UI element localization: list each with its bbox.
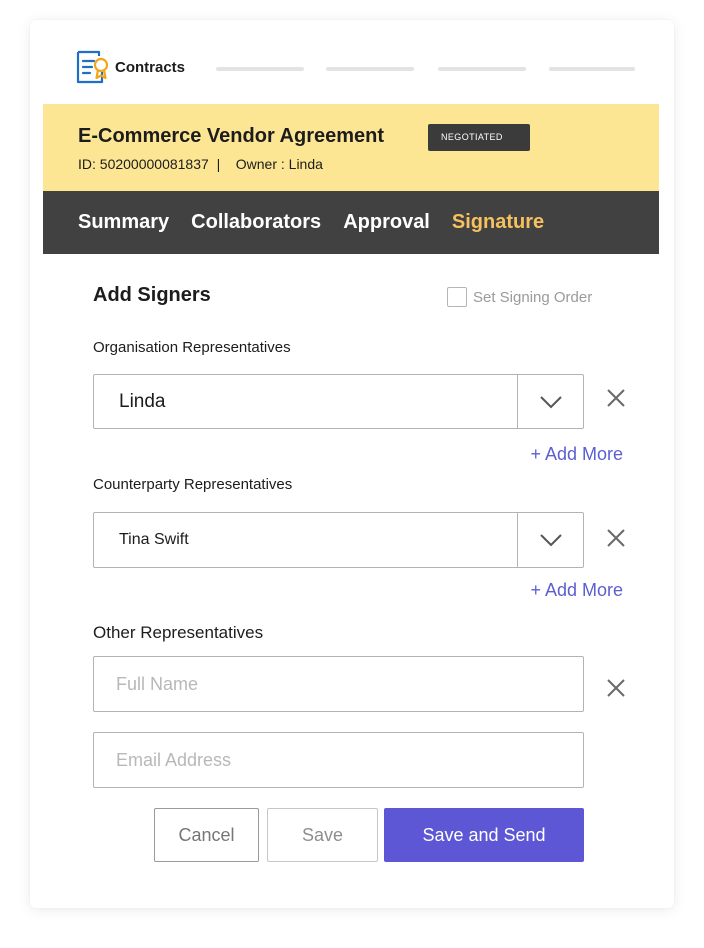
save-and-send-button[interactable]: Save and Send: [384, 808, 584, 862]
add-more-counterparty-link[interactable]: + Add More: [530, 580, 623, 601]
tab-collaborators[interactable]: Collaborators: [191, 211, 321, 234]
nav-placeholder: [549, 67, 635, 71]
contract-meta: ID: 50200000081837 | Owner : Linda: [78, 156, 323, 172]
chevron-down-icon[interactable]: [517, 375, 583, 428]
counterparty-representative-value: Tina Swift: [119, 531, 189, 548]
tab-signature[interactable]: Signature: [452, 211, 544, 234]
top-bar: Contracts: [30, 20, 674, 104]
tab-approval[interactable]: Approval: [343, 211, 430, 234]
add-more-org-link[interactable]: + Add More: [530, 444, 623, 465]
section-title: Add Signers: [93, 284, 211, 306]
contract-card: Contracts E-Commerce Vendor Agreement NE…: [30, 20, 674, 908]
nav-placeholder: [216, 67, 304, 71]
close-icon[interactable]: [604, 526, 628, 550]
other-representatives-label: Other Representatives: [93, 623, 264, 642]
org-representative-value: Linda: [119, 391, 166, 412]
close-icon[interactable]: [604, 386, 628, 410]
cancel-button[interactable]: Cancel: [154, 808, 259, 862]
tab-bar: Summary Collaborators Approval Signature: [43, 191, 659, 254]
close-icon[interactable]: [604, 676, 628, 700]
nav-placeholder: [326, 67, 414, 71]
org-representative-select[interactable]: Linda: [93, 374, 584, 429]
email-address-input[interactable]: [93, 732, 584, 788]
contracts-logo-icon: [76, 50, 109, 84]
signing-order-checkbox[interactable]: [447, 287, 467, 307]
contract-title: E-Commerce Vendor Agreement: [78, 125, 385, 147]
chevron-down-icon[interactable]: [517, 513, 583, 567]
signing-order-toggle[interactable]: Set Signing Order: [447, 287, 592, 307]
contract-header: E-Commerce Vendor Agreement NEGOTIATED I…: [43, 104, 659, 191]
org-representatives-label: Organisation Representatives: [93, 339, 291, 356]
nav-placeholder: [438, 67, 526, 71]
tab-summary[interactable]: Summary: [78, 211, 169, 234]
signing-order-label: Set Signing Order: [473, 288, 593, 306]
status-badge: NEGOTIATED: [428, 124, 530, 151]
save-button[interactable]: Save: [267, 808, 378, 862]
brand-name: Contracts: [115, 59, 186, 76]
counterparty-representatives-label: Counterparty Representatives: [93, 476, 293, 493]
full-name-input[interactable]: [93, 656, 584, 712]
counterparty-representative-select[interactable]: Tina Swift: [93, 512, 584, 568]
